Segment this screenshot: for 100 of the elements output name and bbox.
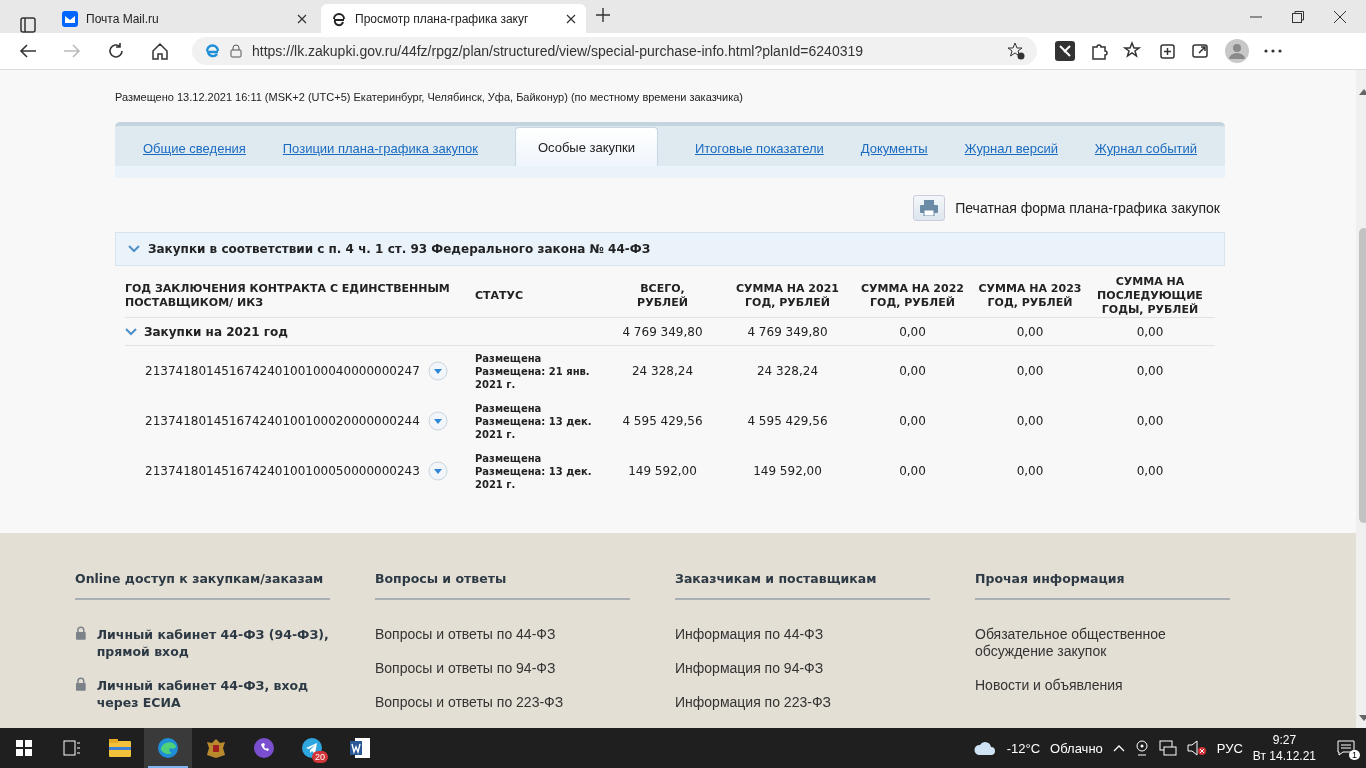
footer-heading: Online доступ к закупкам/заказам [75,571,330,600]
table-cell: 0,00 [899,464,926,478]
lock-icon [75,677,87,691]
scrollbar-thumb[interactable] [1359,228,1366,523]
lock-icon [75,626,87,640]
scroll-down-icon[interactable] [1359,714,1366,722]
table-cell: 0,00 [1136,464,1164,478]
avatar-icon [1225,39,1249,63]
language-indicator[interactable]: РУС [1216,740,1243,756]
page-tab[interactable]: Позиции плана-графика закупок [282,141,479,166]
tab-title: Просмотр плана-графика закуг [355,11,530,26]
clock-date: Вт 14.12.21 [1252,748,1316,764]
status-text: Размещена Размещена: 13 дек. 2021 г. [475,401,593,441]
home-icon [151,42,169,60]
table-cell: 0,00 [899,324,926,339]
weather-condition: Облачно [1050,740,1103,756]
chevron-up-icon [1112,744,1125,752]
browser-tab[interactable]: Почта Mail.ru [52,4,317,33]
tab-title: Почта Mail.ru [86,11,160,26]
footer-link[interactable]: Вопросы и ответы по 94-ФЗ [375,660,630,677]
section-header[interactable]: Закупки в соответствии с п. 4 ч. 1 ст. 93 Федерального закона № 44-ФЗ [115,232,1225,266]
table-cell: 24 328,24 [756,364,819,378]
close-icon [297,13,307,24]
mail-icon [62,10,78,27]
favorite-add-icon [1007,42,1025,60]
page-tab[interactable]: Общие сведения [143,141,246,166]
back-icon [19,43,37,59]
browser-tab[interactable]: Просмотр плана-графика закуг [321,4,586,33]
status-text: Размещена Размещена: 13 дек. 2021 г. [475,451,593,491]
table-cell: 0,00 [1016,414,1044,428]
document-icon [349,737,371,759]
speaker-muted-icon [1186,740,1207,756]
collections-icon [1157,41,1177,61]
table-cell: 0,00 [1016,324,1044,339]
table-cell: 4 595 429,56 [622,414,703,428]
close-icon [1334,10,1346,23]
window-share-icon [1191,41,1211,61]
table-cell: 0,00 [1016,464,1044,478]
lock-icon [230,44,242,58]
column-header: СТАТУС [475,289,524,303]
folder-icon [109,739,131,757]
table-cell: 149 592,00 [628,464,697,478]
printer-icon [920,200,939,216]
tab-actions-icon [20,17,36,33]
group-title: Закупки на 2021 год [144,324,288,339]
cloud-icon [972,740,997,756]
ikz-code: 213741801451674240100100020000000244 [145,414,420,428]
table-cell: 0,00 [1136,364,1164,378]
clock[interactable]: 9:27 Вт 14.12.21 [1252,732,1316,764]
footer-heading: Заказчикам и поставщикам [675,571,930,600]
table-cell: 0,00 [899,364,926,378]
phone-bubble-icon [253,737,275,759]
group-row[interactable]: Закупки на 2021 год [125,318,475,346]
close-icon [566,13,576,24]
webcam-icon [1134,740,1149,756]
column-header: ГОД ЗАКЛЮЧЕНИЯ КОНТРАКТА С ЕДИНСТВЕННЫМ ПОСТАВЩИКОМ/ ИКЗ [125,282,451,310]
column-header: СУММА НА 2023 ГОД, РУБЛЕЙ [977,282,1083,310]
footer-link[interactable]: Информация по 223-ФЗ [675,694,930,711]
emblem-icon [205,737,227,759]
footer-link[interactable]: Информация по 44-ФЗ [675,626,930,643]
footer-link[interactable]: Новости и объявления [975,677,1230,694]
footer-link[interactable]: Личный кабинет 44-ФЗ (94-ФЗ), прямой вход [96,626,330,660]
puzzle-icon [1089,41,1109,61]
notification-count: 1 [1349,750,1360,760]
footer-link[interactable]: Информация по 94-ФЗ [675,660,930,677]
table-cell: 4 769 349,80 [622,324,703,339]
print-link[interactable]: Печатная форма плана-графика закупок [955,200,1220,216]
taskbar-app[interactable]: 20 [288,728,336,768]
footer-link[interactable]: Вопросы и ответы по 44-ФЗ [375,626,630,643]
footer-link[interactable]: Обязательное общественное обсуждение закупок [975,626,1230,660]
page-tab[interactable]: Итоговые показатели [694,141,824,166]
address-field[interactable]: https://lk.zakupki.gov.ru/44fz/rpgz/plan/structured/view/special-purchase-info.html?planId=6240319 [192,37,1037,65]
column-header: СУММА НА 2021 ГОД, РУБЛЕЙ [735,282,840,310]
table-cell: 0,00 [1016,364,1044,378]
more-icon [1263,48,1283,54]
extension-square-icon [1055,41,1075,61]
windows-start-icon [16,740,32,756]
page-tab[interactable]: Особые закупки [514,127,659,166]
new-tab-icon [596,8,610,22]
placement-info: Размещено 13.12.2021 16:11 (MSK+2 (UTC+5) Екатеринбург, Челябинск, Уфа, Байконур) (по местному времени заказчика) [115,91,745,105]
page-tab[interactable]: Журнал событий [1094,141,1197,166]
dropdown-icon[interactable] [427,461,448,481]
weather-temperature: -12°C [1006,740,1041,756]
taskbar-app[interactable] [144,728,192,768]
footer-link[interactable]: Вопросы и ответы по 223-ФЗ [375,694,630,711]
print-button[interactable] [913,195,946,221]
forward-icon [63,43,81,59]
column-header: СУММА НА 2022 ГОД, РУБЛЕЙ [860,282,965,310]
table-cell: 149 592,00 [753,464,822,478]
page-tab[interactable]: Журнал версий [964,141,1058,166]
favorites-icon [1123,41,1143,61]
dropdown-icon[interactable] [427,361,448,381]
scroll-up-icon[interactable] [1359,88,1366,96]
dropdown-icon[interactable] [427,411,448,431]
column-header: ВСЕГО, РУБЛЕЙ [636,282,689,310]
footer-heading: Вопросы и ответы [375,571,630,600]
footer-link[interactable]: Личный кабинет 44-ФЗ, вход через ЕСИА [96,677,330,711]
ie-icon [204,43,220,59]
page-tab[interactable]: Документы [860,141,928,166]
notification-icon [1337,740,1355,756]
